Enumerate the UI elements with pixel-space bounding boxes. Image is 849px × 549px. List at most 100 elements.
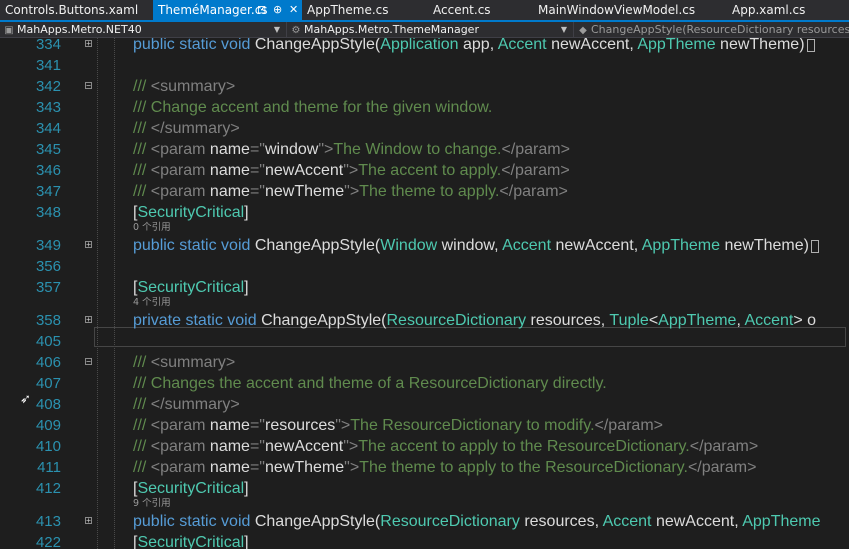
tab-controls-buttons-xaml[interactable]: Controls.Buttons.xaml [0, 0, 153, 20]
project-label: MahApps.Metro.NET40 [17, 23, 142, 36]
code-line[interactable]: 356 [0, 256, 849, 277]
tab-label: Accent.cs [433, 3, 491, 17]
tab-app-xaml-cs[interactable]: App.xaml.cs [727, 0, 849, 20]
code-line[interactable]: 422 [SecurityCritical] [0, 532, 849, 549]
collapse-icon[interactable]: − [85, 82, 92, 90]
code-token: ] [244, 534, 249, 549]
code-text: /// </summary> [133, 394, 240, 415]
expand-icon[interactable]: + [85, 40, 92, 48]
code-token: <param [150, 417, 210, 434]
code-text: /// <summary> [133, 76, 235, 97]
code-token: AppTheme [641, 237, 721, 254]
expand-icon[interactable]: + [85, 517, 92, 525]
code-text: [SecurityCritical] [133, 202, 249, 223]
tab-label: MainWindowViewModel.cs [538, 3, 696, 17]
member-dropdown[interactable]: ◆ ChangeAppStyle(ResourceDictionary resou… [574, 22, 849, 37]
tab-mainwindowviewmodel-cs[interactable]: MainWindowViewModel.cs [533, 0, 727, 20]
code-token: <param [150, 183, 210, 200]
code-token: =" [249, 417, 265, 434]
code-line[interactable]: 348 [SecurityCritical] [0, 202, 849, 223]
code-editor[interactable]: ➶ 334 + public static void ChangeAppStyle(… [0, 38, 849, 549]
code-line[interactable]: 405 [0, 331, 849, 352]
csharp-project-icon: ▣ [4, 25, 14, 36]
line-number: 408 [35, 396, 61, 413]
code-text: public static void ChangeAppStyle(Window… [133, 235, 809, 256]
code-token: AppTheme [742, 513, 821, 530]
code-line[interactable]: 343 /// Change accent and theme for the g… [0, 97, 849, 118]
line-number: 413 [35, 513, 61, 530]
code-token: ] [244, 480, 249, 497]
code-token: </param> [689, 438, 759, 455]
code-token: "> [318, 141, 334, 158]
code-line[interactable]: 406 − /// <summary> [0, 352, 849, 373]
code-token: "> [344, 459, 360, 476]
code-token: private static void [133, 312, 262, 329]
code-token: </summary> [150, 396, 240, 413]
code-token: /// [133, 354, 151, 371]
codelens-references[interactable]: 0 个引用 [133, 222, 171, 234]
code-token: <param [150, 162, 210, 179]
code-token: </param> [501, 162, 570, 179]
code-token: AppTheme [637, 38, 716, 53]
code-line[interactable]: 345 /// <param name="window">The Window t… [0, 139, 849, 160]
line-number: 357 [35, 279, 61, 296]
code-line[interactable]: 410 /// <param name="newAccent">The accen… [0, 436, 849, 457]
code-line[interactable]: 412 [SecurityCritical] [0, 478, 849, 499]
code-token: =" [249, 459, 265, 476]
code-token: Accent [502, 237, 552, 254]
code-line[interactable]: 408 /// </summary> [0, 394, 849, 415]
code-token: /// [133, 459, 151, 476]
code-token: =" [249, 183, 265, 200]
tab-accent-cs[interactable]: Accent.cs [428, 0, 533, 20]
code-token: ChangeAppStyle( [254, 38, 381, 53]
code-token: The Window to change. [333, 141, 502, 158]
code-line[interactable]: 411 /// <param name="newTheme">The theme … [0, 457, 849, 478]
code-line[interactable]: 342 − /// <summary> [0, 76, 849, 97]
code-token: Accent [602, 513, 652, 530]
code-line[interactable]: 409 /// <param name="resources">The Resou… [0, 415, 849, 436]
code-token: name [209, 183, 250, 200]
codelens-references[interactable]: 4 个引用 [133, 297, 171, 309]
code-line[interactable]: 346 /// <param name="newAccent">The accen… [0, 160, 849, 181]
line-number: 411 [37, 459, 61, 476]
code-token: > o [793, 312, 817, 329]
code-line[interactable]: 344 /// </summary> [0, 118, 849, 139]
project-dropdown[interactable]: ▣ MahApps.Metro.NET40 ▼ [0, 22, 287, 37]
code-line[interactable]: 347 /// <param name="newTheme">The theme … [0, 181, 849, 202]
collapsed-region-marker[interactable] [806, 39, 815, 52]
codelens-references[interactable]: 9 个引用 [133, 498, 171, 510]
code-line[interactable]: 413 + public static void ChangeAppStyle(Re… [0, 511, 849, 532]
pin-icon[interactable]: ⊕ [273, 0, 282, 20]
collapse-icon[interactable]: − [85, 358, 92, 366]
code-token: /// Change accent and theme for the give… [133, 99, 493, 116]
type-dropdown[interactable]: ⚙ MahApps.Metro.ThemeManager ▼ [287, 22, 574, 37]
code-text: /// <param name="newTheme">The theme to … [133, 457, 756, 478]
code-line[interactable]: 349 + public static void ChangeAppStyle(Wi… [0, 235, 849, 256]
code-token: SecurityCritical [137, 279, 245, 296]
close-icon[interactable]: ✕ [289, 0, 298, 20]
code-line[interactable]: 358 + private static void ChangeAppStyle(R… [0, 310, 849, 331]
code-line[interactable]: 334 + public static void ChangeAppStyle(Ap… [0, 38, 849, 55]
code-line[interactable]: 341 [0, 55, 849, 76]
tab-dropdown-icon[interactable]: ⊡ [257, 0, 266, 20]
code-token: /// [133, 162, 151, 179]
member-label: ChangeAppStyle(ResourceDictionary resour… [591, 23, 849, 36]
code-line[interactable]: 357 [SecurityCritical] [0, 277, 849, 298]
tab-label: AppTheme.cs [307, 3, 389, 17]
code-token: "> [343, 438, 359, 455]
line-number: 345 [35, 141, 61, 158]
tab-thememanager-cs[interactable]: TheméManager.cs ⊡ ⊕ ✕ [153, 0, 302, 20]
collapsed-region-marker[interactable] [810, 240, 819, 253]
expand-icon[interactable]: + [85, 316, 92, 324]
code-line[interactable]: 407 /// Changes the accent and theme of a… [0, 373, 849, 394]
tab-apptheme-cs[interactable]: AppTheme.cs [302, 0, 428, 20]
code-token: The theme to apply to the ResourceDictio… [359, 459, 688, 476]
code-token: name [209, 459, 250, 476]
code-text: /// <param name="resources">The Resource… [133, 415, 663, 436]
code-token: </param> [501, 141, 570, 158]
code-token: newAccent, [546, 38, 638, 53]
code-token: /// [133, 120, 151, 137]
code-token: /// Changes the accent and theme of a Re… [133, 375, 607, 392]
code-token: newTheme) [715, 38, 805, 53]
expand-icon[interactable]: + [85, 241, 92, 249]
